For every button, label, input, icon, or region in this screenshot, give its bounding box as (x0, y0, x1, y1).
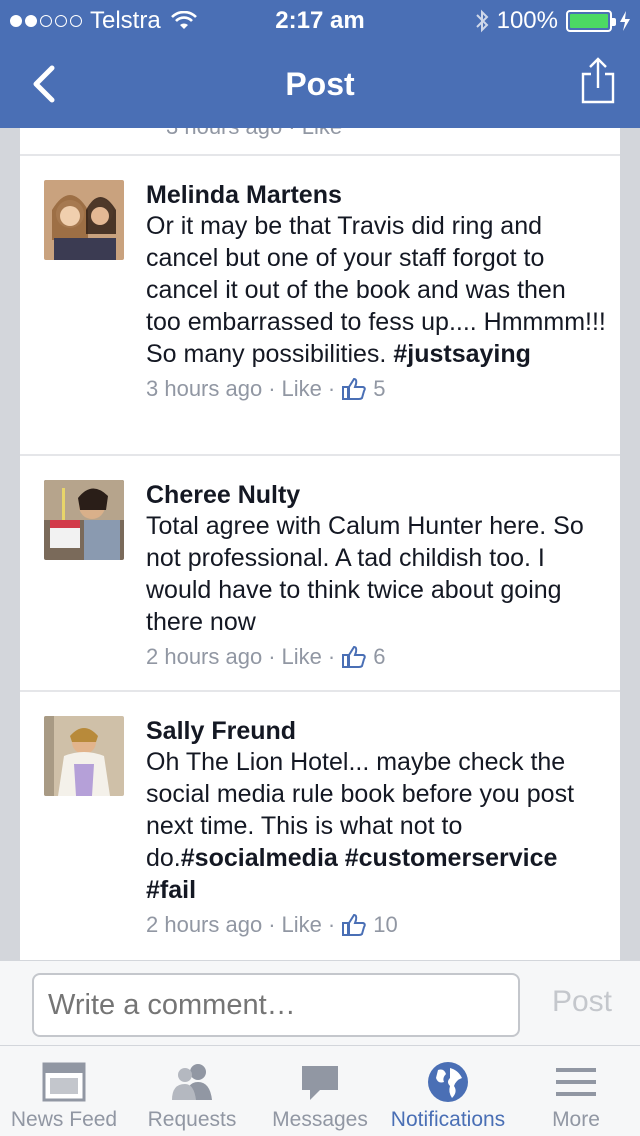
comment-item: Sally Freund Oh The Lion Hotel... maybe … (20, 712, 620, 960)
tab-news-feed[interactable]: News Feed (0, 1046, 128, 1136)
divider (20, 154, 620, 156)
menu-icon (556, 1068, 596, 1096)
comment-composer: Post (0, 960, 640, 1046)
tab-more[interactable]: More (512, 1046, 640, 1136)
tab-messages[interactable]: Messages (256, 1046, 384, 1136)
battery-icon (566, 10, 616, 32)
status-right: 100% (475, 7, 630, 35)
avatar[interactable] (44, 716, 124, 796)
hashtag[interactable]: #justsaying (393, 340, 531, 368)
divider (20, 690, 620, 692)
like-count: 10 (373, 912, 398, 937)
comment-item: Cheree Nulty Total agree with Calum Hunt… (20, 476, 620, 690)
hashtag[interactable]: #socialmedia (181, 844, 338, 872)
messages-icon (302, 1066, 338, 1100)
post-button[interactable]: Post (536, 985, 628, 1019)
comment-item: Melinda Martens Or it may be that Travis… (20, 176, 620, 454)
tab-label: Notifications (390, 1108, 506, 1131)
comment-text: Total agree with Calum Hunter here. So n… (146, 512, 584, 636)
comment-time: 3 hours ago (146, 376, 263, 401)
battery-percent: 100% (496, 7, 558, 34)
comment-meta: 2 hours ago · Like · 6 (146, 644, 386, 670)
comment-body: Sally Freund Oh The Lion Hotel... maybe … (146, 712, 606, 938)
like-link[interactable]: Like (282, 376, 322, 402)
navigation-bar: Post (0, 40, 640, 128)
avatar[interactable] (44, 180, 124, 260)
thumbs-up-icon (342, 377, 367, 400)
comment-time: 2 hours ago (146, 912, 263, 937)
tab-label: Requests (147, 1108, 237, 1131)
like-link[interactable]: Like (282, 912, 322, 938)
share-icon[interactable] (580, 56, 616, 104)
divider (20, 454, 620, 456)
avatar[interactable] (44, 480, 124, 560)
tab-label: News Feed (10, 1108, 118, 1131)
tab-label: Messages (272, 1108, 368, 1131)
comments-list: 3 hours ago · Like Melinda Martens Or it… (20, 128, 620, 960)
charging-icon (620, 11, 630, 31)
comment-input[interactable] (32, 973, 520, 1037)
comment-text: Oh The Lion Hotel... maybe check the soc… (146, 748, 575, 904)
commenter-name[interactable]: Sally Freund (146, 716, 606, 746)
thumbs-up-icon (342, 913, 367, 936)
status-bar: Telstra 2:17 am 100% (0, 0, 640, 40)
thumbs-up-icon (342, 645, 367, 668)
page-title: Post (285, 66, 355, 102)
comment-meta: 2 hours ago · Like · 10 (146, 912, 398, 938)
like-link[interactable]: Like (282, 644, 322, 670)
news-feed-icon (42, 1062, 86, 1102)
clipped-comment-meta: 3 hours ago · Like (166, 128, 342, 140)
tab-bar: News Feed Requests Messages Notification… (0, 1046, 640, 1136)
tab-label: More (552, 1108, 600, 1131)
tab-notifications[interactable]: Notifications (384, 1046, 512, 1136)
comment-time: 2 hours ago (146, 644, 263, 669)
commenter-name[interactable]: Melinda Martens (146, 180, 606, 210)
comment-text: Or it may be that Travis did ring and ca… (146, 212, 606, 368)
top-bar: Telstra 2:17 am 100% Post (0, 0, 640, 128)
comment-meta: 3 hours ago · Like · 5 (146, 376, 386, 402)
tab-requests[interactable]: Requests (128, 1046, 256, 1136)
globe-icon (428, 1062, 468, 1102)
like-count: 5 (373, 376, 386, 401)
like-count: 6 (373, 644, 386, 669)
comment-body: Cheree Nulty Total agree with Calum Hunt… (146, 476, 606, 670)
bluetooth-icon (475, 9, 489, 33)
commenter-name[interactable]: Cheree Nulty (146, 480, 606, 510)
comment-body: Melinda Martens Or it may be that Travis… (146, 176, 606, 402)
friend-requests-icon (172, 1064, 212, 1100)
